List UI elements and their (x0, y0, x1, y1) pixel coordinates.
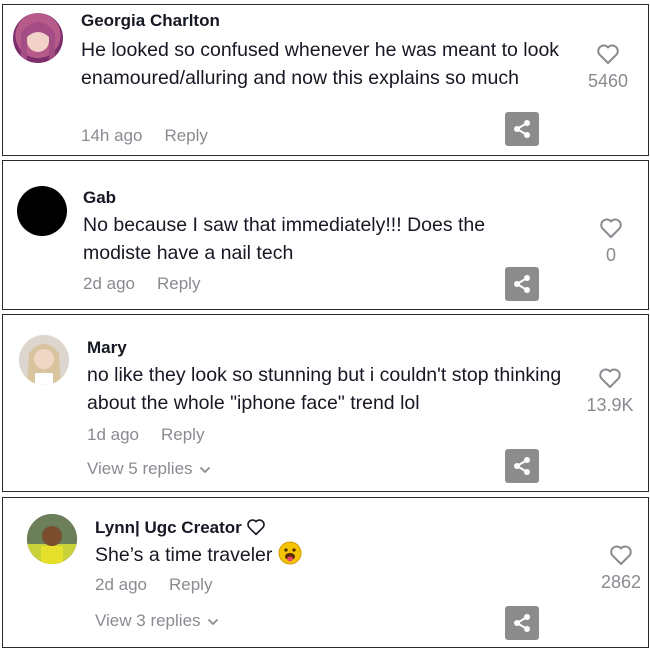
share-button[interactable] (505, 606, 539, 640)
share-button[interactable] (505, 112, 539, 146)
heart-icon (599, 368, 621, 388)
share-button[interactable] (505, 267, 539, 301)
reply-button[interactable]: Reply (164, 126, 207, 145)
comment-text: She’s a time traveler (95, 541, 515, 569)
timestamp: 1d ago (87, 425, 139, 444)
share-button[interactable] (505, 449, 539, 483)
username[interactable]: Mary (87, 338, 127, 358)
share-icon (514, 614, 530, 632)
avatar-image (27, 514, 77, 564)
view-replies-label: View 5 replies (87, 459, 193, 478)
comment-text: no like they look so stunning but i coul… (87, 364, 562, 414)
comment-text: No because I saw that immediately!!! Doe… (83, 214, 486, 264)
like-count: 0 (605, 245, 616, 265)
reply-button[interactable]: Reply (169, 575, 212, 594)
tongue-out-emoji-icon (278, 541, 302, 565)
comment-meta: 2d ago Reply (95, 575, 212, 595)
like-button[interactable]: 2862 (581, 544, 650, 593)
share-icon (514, 457, 530, 475)
share-icon (514, 275, 530, 293)
view-replies-button[interactable]: View 3 replies (95, 611, 219, 631)
comment-card: Gab No because I saw that immediately!!!… (2, 160, 649, 310)
share-icon (514, 120, 530, 138)
heart-icon (597, 44, 619, 64)
timestamp: 2d ago (95, 575, 147, 594)
chevron-down-icon (207, 618, 218, 625)
username[interactable]: Gab (83, 188, 116, 208)
comment-card: Lynn| Ugc Creator She’s a time traveler … (2, 497, 649, 648)
view-replies-button[interactable]: View 5 replies (87, 459, 211, 479)
comment-meta: 2d ago Reply (83, 274, 200, 294)
like-count: 5460 (587, 71, 629, 91)
username-label: Lynn| Ugc Creator (95, 518, 242, 537)
like-count: 2862 (600, 572, 642, 592)
like-button[interactable]: 0 (571, 217, 650, 266)
reply-button[interactable]: Reply (161, 425, 204, 444)
avatar-image (21, 22, 55, 63)
avatar-image (19, 335, 69, 385)
reply-button[interactable]: Reply (157, 274, 200, 293)
heart-icon (600, 218, 622, 238)
username[interactable]: Georgia Charlton (81, 11, 220, 31)
comment-text: He looked so confused whenever he was me… (81, 39, 560, 89)
comment-card: Georgia Charlton He looked so confused w… (2, 4, 649, 156)
comment-text-label: She’s a time traveler (95, 544, 273, 566)
like-button[interactable]: 5460 (568, 43, 648, 92)
like-count: 13.9K (586, 395, 634, 415)
heart-icon (246, 519, 265, 536)
username[interactable]: Lynn| Ugc Creator (95, 518, 266, 538)
chevron-down-icon (199, 466, 210, 473)
comment-card: Mary no like they look so stunning but i… (2, 314, 649, 492)
comment-meta: 1d ago Reply (87, 425, 204, 445)
heart-icon (610, 545, 632, 565)
comment-meta: 14h ago Reply (81, 126, 208, 146)
avatar[interactable] (27, 514, 77, 564)
avatar[interactable] (13, 13, 63, 63)
view-replies-label: View 3 replies (95, 611, 201, 630)
avatar[interactable] (17, 186, 67, 236)
avatar[interactable] (19, 335, 69, 385)
like-button[interactable]: 13.9K (570, 367, 650, 416)
timestamp: 14h ago (81, 126, 143, 145)
timestamp: 2d ago (83, 274, 135, 293)
